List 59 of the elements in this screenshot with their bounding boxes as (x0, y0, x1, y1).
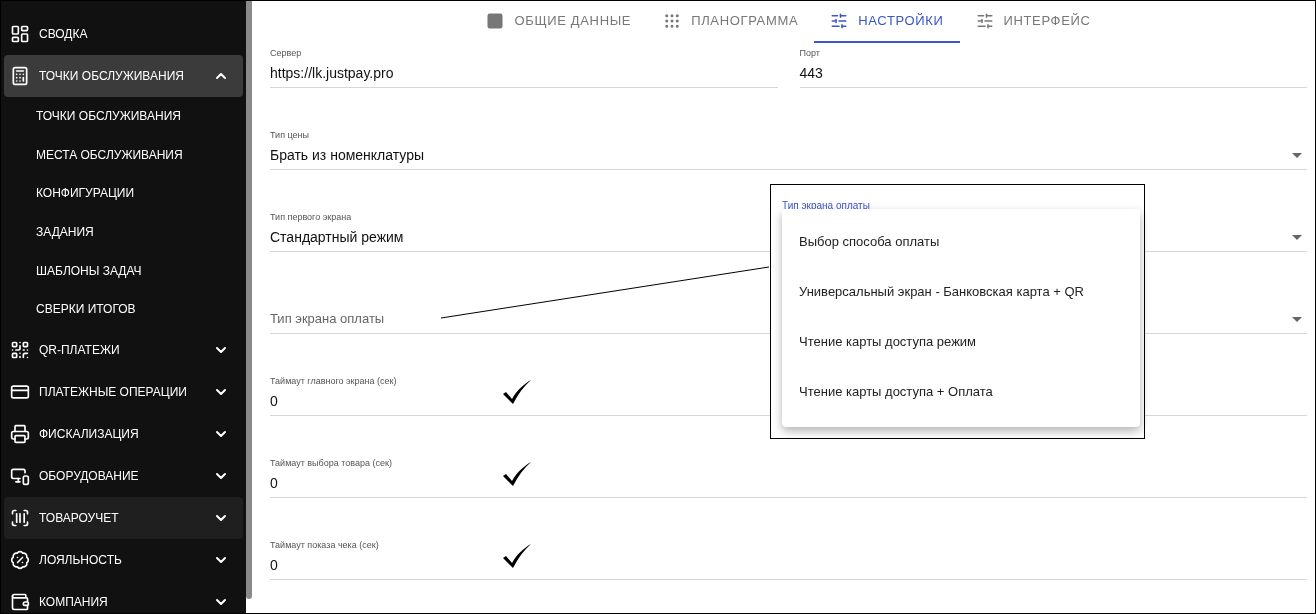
percent-badge-icon (10, 549, 30, 570)
sidebar-subitem[interactable]: КОНФИГУРАЦИИ (1, 174, 246, 213)
sidebar-item[interactable]: ТОВАРОУЧЕТ (4, 496, 243, 539)
cash-register-icon (10, 423, 30, 444)
menu-item[interactable]: Чтение карты доступа режим (782, 317, 1140, 367)
dashboard-icon (10, 24, 30, 44)
menu-item[interactable]: Выбор способа оплаты (782, 217, 1140, 267)
tab[interactable]: ОБЩИЕ ДАННЫЕ (470, 1, 648, 43)
field-value: 0 (270, 555, 278, 575)
input-field[interactable]: Таймаут выбора товара (сек) 0 (270, 457, 1307, 498)
field-placeholder: Тип экрана оплаты (270, 310, 385, 329)
sliders-icon (975, 12, 994, 30)
field-label: Таймаут выбора товара (сек) (270, 458, 392, 468)
input-field[interactable]: Сервер https://lk.justpay.pro (270, 47, 778, 88)
menu-item[interactable]: Универсальный экран - Банковская карта + QR (782, 267, 1140, 317)
dropdown-arrow-icon (1292, 235, 1302, 240)
sidebar-item[interactable]: ОБОРУДОВАНИЕ (4, 454, 243, 497)
field-value: Брать из номенклатуры (270, 145, 425, 165)
sidebar-subitem[interactable]: СВЕРКИ ИТОГОВ (1, 289, 246, 329)
sidebar-subitem[interactable]: ЗАДАНИЯ (1, 212, 246, 252)
tab[interactable]: ИНТЕРФЕЙС (959, 1, 1107, 43)
scrollbar[interactable] (246, 1, 252, 599)
field-value: 443 (799, 63, 823, 83)
sidebar-item[interactable]: ТОЧКИ ОБСЛУЖИВАНИЯ (4, 55, 243, 97)
tab[interactable]: НАСТРОЙКИ (814, 1, 960, 43)
input-field[interactable]: Таймаут показа чека (сек) 0 (270, 539, 1307, 580)
sidebar-subitem[interactable]: МЕСТА ОБСЛУЖИВАНИЯ (1, 135, 246, 175)
sidebar-item[interactable]: ПЛАТЕЖНЫЕ ОПЕРАЦИИ (4, 370, 243, 413)
sidebar-subitem[interactable]: ШАБЛОНЫ ЗАДАЧ (1, 251, 246, 290)
barcode-icon (10, 507, 30, 528)
sidebar-item[interactable]: КОМПАНИЯ (4, 580, 243, 613)
sidebar-item[interactable]: ФИСКАЛИЗАЦИЯ (4, 412, 243, 455)
field-label: Тип первого экрана (270, 212, 352, 222)
sidebar-item[interactable]: QR-ПЛАТЕЖИ (4, 328, 243, 371)
sidebar-item[interactable]: СВОДКА (4, 13, 243, 55)
tab[interactable]: ПЛАНОГРАММА (647, 1, 815, 43)
field-label: Таймаут показа чека (сек) (270, 540, 379, 550)
field-label: Порт (799, 48, 820, 58)
field-value: Стандартный режим (270, 227, 404, 247)
dropdown-arrow-icon (1292, 317, 1302, 322)
field-label: Сервер (270, 48, 302, 58)
calculator-icon (10, 66, 30, 86)
sidebar-item[interactable]: ЛОЯЛЬНОСТЬ (4, 538, 243, 581)
menu-item[interactable]: Чтение карты доступа + Оплата (782, 367, 1140, 417)
select-field[interactable]: Тип цены Брать из номенклатуры (270, 129, 1307, 170)
field-label: Таймаут главного экрана (сек) (270, 376, 397, 386)
field-label: Тип экрана оплаты (782, 199, 870, 213)
sliders-icon (830, 12, 849, 30)
field-value: https://lk.justpay.pro (270, 63, 394, 83)
square-icon (486, 12, 505, 30)
dots-grid-icon (663, 12, 682, 30)
dropdown-arrow-icon (1292, 153, 1302, 158)
field-value: 0 (270, 391, 278, 411)
sidebar-subitem[interactable]: ТОЧКИ ОБСЛУЖИВАНИЯ (1, 97, 246, 136)
field-value: 0 (270, 473, 278, 493)
input-field[interactable]: Порт 443 (799, 47, 1307, 88)
field-label: Тип цены (270, 130, 309, 140)
qr-code-icon (10, 339, 30, 360)
wallet-icon (10, 591, 30, 612)
